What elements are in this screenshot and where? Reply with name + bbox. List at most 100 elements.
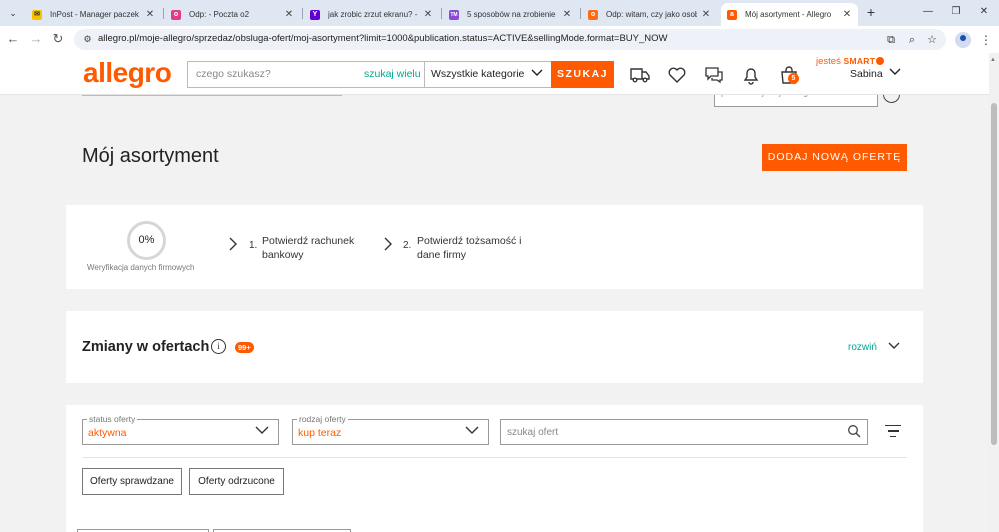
tab-title: 5 sposobów na zrobienie zrz — [467, 10, 558, 19]
page-scrollbar[interactable]: ▲ — [989, 53, 999, 532]
delivery-truck-icon[interactable] — [629, 64, 651, 86]
category-select-label: Wszystkie kategorie — [431, 68, 525, 80]
smart-status[interactable]: jesteś SMART — [816, 56, 885, 67]
search-icon[interactable] — [847, 424, 861, 438]
bookmark-star-icon[interactable]: ☆ — [925, 33, 939, 47]
search-bar: czego szukasz? szukaj wielu Wszystkie ka… — [187, 61, 614, 88]
tab-divider — [580, 8, 581, 19]
tab-divider — [441, 8, 442, 19]
browser-tab-odp-witam[interactable]: o Odp: witam, czy jako osoba ✕ — [582, 3, 717, 26]
browser-tab-sposobow[interactable]: TM 5 sposobów na zrobienie zrz ✕ — [443, 3, 578, 26]
tab-title: Odp: - Poczta o2 — [189, 10, 250, 19]
heart-icon[interactable] — [666, 64, 688, 86]
search-button[interactable]: SZUKAJ — [551, 61, 614, 88]
tab-search-chevron-icon[interactable]: ⌄ — [6, 6, 20, 20]
tab-title: jak zrobic zrzut ekranu? - Yah — [328, 10, 419, 19]
new-tab-button[interactable]: + — [864, 5, 878, 19]
close-tab-icon[interactable]: ✕ — [145, 9, 155, 20]
tab-title: Odp: witam, czy jako osoba — [606, 10, 697, 19]
o2-favicon-icon: o — [588, 9, 598, 20]
tab-divider — [163, 8, 164, 19]
close-tab-icon[interactable]: ✕ — [562, 9, 572, 20]
chevron-down-icon — [464, 422, 480, 441]
close-tab-icon[interactable]: ✕ — [701, 9, 711, 20]
verification-caption: Weryfikacja danych firmowych — [87, 263, 195, 272]
reload-icon[interactable]: ↻ — [51, 32, 65, 46]
close-window-icon[interactable]: ✕ — [976, 4, 992, 20]
offer-type-value: kup teraz — [298, 427, 342, 439]
browser-tab-inpost[interactable]: ✉ InPost - Manager paczek ✕ — [26, 3, 161, 26]
back-arrow-icon[interactable]: ← — [6, 32, 20, 46]
chevron-right-icon — [228, 237, 238, 253]
offer-status-select[interactable]: status oferty aktywna — [82, 414, 279, 445]
info-icon[interactable]: i — [211, 339, 226, 354]
install-app-icon[interactable]: ⧉ — [884, 33, 898, 47]
minimize-icon[interactable]: — — [920, 4, 936, 20]
allegro-logo[interactable]: allegro — [83, 57, 172, 89]
forward-arrow-icon[interactable]: → — [29, 32, 43, 46]
scroll-up-icon[interactable]: ▲ — [990, 57, 996, 63]
browser-tab-poczta-o2[interactable]: o Odp: - Poczta o2 ✕ — [165, 3, 300, 26]
filter-icon[interactable] — [885, 425, 901, 439]
browser-tab-allegro[interactable]: a Mój asortyment - Allegro ✕ — [721, 3, 858, 26]
offer-changes-card: Zmiany w ofertach i 99+ rozwiń — [66, 311, 923, 383]
browser-menu-icon[interactable]: ⋮ — [980, 32, 992, 48]
add-new-offer-button[interactable]: DODAJ NOWĄ OFERTĘ — [762, 144, 907, 171]
tab-title: Mój asortyment - Allegro — [745, 10, 832, 19]
profile-avatar-icon[interactable] — [955, 32, 971, 48]
search-offers-input[interactable]: szukaj ofert — [500, 419, 868, 445]
smart-prefix: jesteś — [816, 56, 841, 67]
user-menu-chevron-icon[interactable] — [888, 64, 902, 81]
search-offers-placeholder: szukaj ofert — [507, 427, 559, 438]
offer-type-label: rodzaj oferty — [297, 414, 348, 424]
scrollbar-thumb[interactable] — [991, 103, 997, 445]
step-number: 1. — [249, 240, 258, 251]
cart-count-badge: 5 — [788, 73, 799, 84]
changes-count-badge: 99+ — [235, 342, 254, 353]
address-bar[interactable]: ⚙ allegro.pl/moje-allegro/sprzedaz/obslu… — [74, 29, 946, 50]
zoom-icon[interactable]: ⌕ — [905, 33, 919, 47]
smart-badge-icon — [876, 57, 885, 66]
divider — [82, 457, 907, 458]
offer-filters-card: status oferty aktywna rodzaj oferty kup … — [66, 405, 923, 532]
offer-changes-title: Zmiany w ofertach — [82, 339, 210, 355]
o2-favicon-icon: o — [171, 9, 181, 20]
browser-toolbar: ← → ↻ ⚙ allegro.pl/moje-allegro/sprzedaz… — [0, 26, 999, 53]
offer-status-label: status oferty — [87, 414, 138, 424]
verification-progress-ring: 0% — [127, 221, 166, 260]
bell-icon[interactable] — [740, 64, 762, 86]
offer-type-select[interactable]: rodzaj oferty kup teraz — [292, 414, 489, 445]
rejected-offers-button[interactable]: Oferty odrzucone — [189, 468, 284, 495]
step-confirm-bank-account[interactable]: Potwierdź rachunek bankowy — [262, 234, 380, 262]
search-multiple-link[interactable]: szukaj wielu — [364, 68, 421, 80]
user-name[interactable]: Sabina — [850, 68, 883, 80]
search-input[interactable]: czego szukasz? — [196, 68, 271, 80]
close-tab-icon[interactable]: ✕ — [284, 9, 294, 20]
inpost-favicon-icon: ✉ — [32, 9, 42, 20]
company-verification-card: 0% Weryfikacja danych firmowych 1. Potwi… — [66, 205, 923, 289]
checked-offers-button[interactable]: Oferty sprawdzane — [82, 468, 182, 495]
yahoo-favicon-icon: Y — [310, 9, 320, 20]
step-confirm-identity[interactable]: Potwierdź tożsamość i dane firmy — [417, 234, 535, 262]
close-tab-icon[interactable]: ✕ — [842, 9, 852, 20]
allegro-favicon-icon: a — [727, 9, 737, 20]
restore-icon[interactable]: ❐ — [948, 4, 964, 20]
expand-changes-link[interactable]: rozwiń — [848, 342, 877, 353]
page-title: Mój asortyment — [82, 145, 219, 167]
smart-label: SMART — [843, 56, 876, 66]
tab-divider — [302, 8, 303, 19]
browser-tab-yahoo[interactable]: Y jak zrobic zrzut ekranu? - Yah ✕ — [304, 3, 439, 26]
step-number: 2. — [403, 240, 412, 251]
offer-status-value: aktywna — [88, 427, 127, 439]
site-settings-icon[interactable]: ⚙ — [82, 34, 93, 45]
tab-title: InPost - Manager paczek — [50, 10, 139, 19]
chevron-down-icon — [254, 422, 270, 441]
chevron-down-icon — [529, 64, 545, 83]
category-select[interactable]: Wszystkie kategorie — [424, 61, 551, 88]
chevron-right-icon — [383, 237, 393, 253]
messages-icon[interactable] — [703, 64, 725, 86]
tm-favicon-icon: TM — [449, 9, 459, 20]
close-tab-icon[interactable]: ✕ — [423, 9, 433, 20]
url-text[interactable]: allegro.pl/moje-allegro/sprzedaz/obsluga… — [98, 33, 667, 44]
chevron-down-icon[interactable] — [887, 338, 901, 355]
